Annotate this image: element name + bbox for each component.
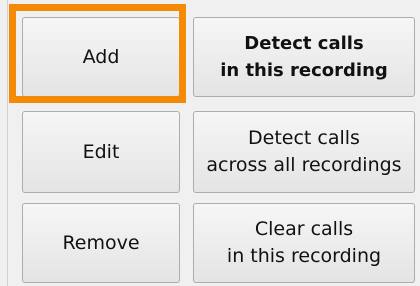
detect-calls-this-recording-button[interactable]: Detect calls in this recording — [193, 17, 415, 97]
edit-button-label: Edit — [82, 140, 120, 163]
clear-calls-this-recording-label: Clear calls in this recording — [226, 218, 382, 267]
panel-edge-line — [7, 0, 8, 286]
remove-button[interactable]: Remove — [22, 203, 180, 283]
edit-button[interactable]: Edit — [22, 111, 180, 193]
detect-calls-this-recording-label: Detect calls in this recording — [220, 33, 388, 81]
clear-calls-this-recording-button[interactable]: Clear calls in this recording — [193, 203, 415, 283]
remove-button-label: Remove — [62, 231, 140, 254]
focus-highlight — [9, 4, 186, 103]
detect-calls-all-recordings-button[interactable]: Detect calls across all recordings — [193, 111, 415, 193]
detect-calls-all-recordings-label: Detect calls across all recordings — [206, 127, 402, 176]
